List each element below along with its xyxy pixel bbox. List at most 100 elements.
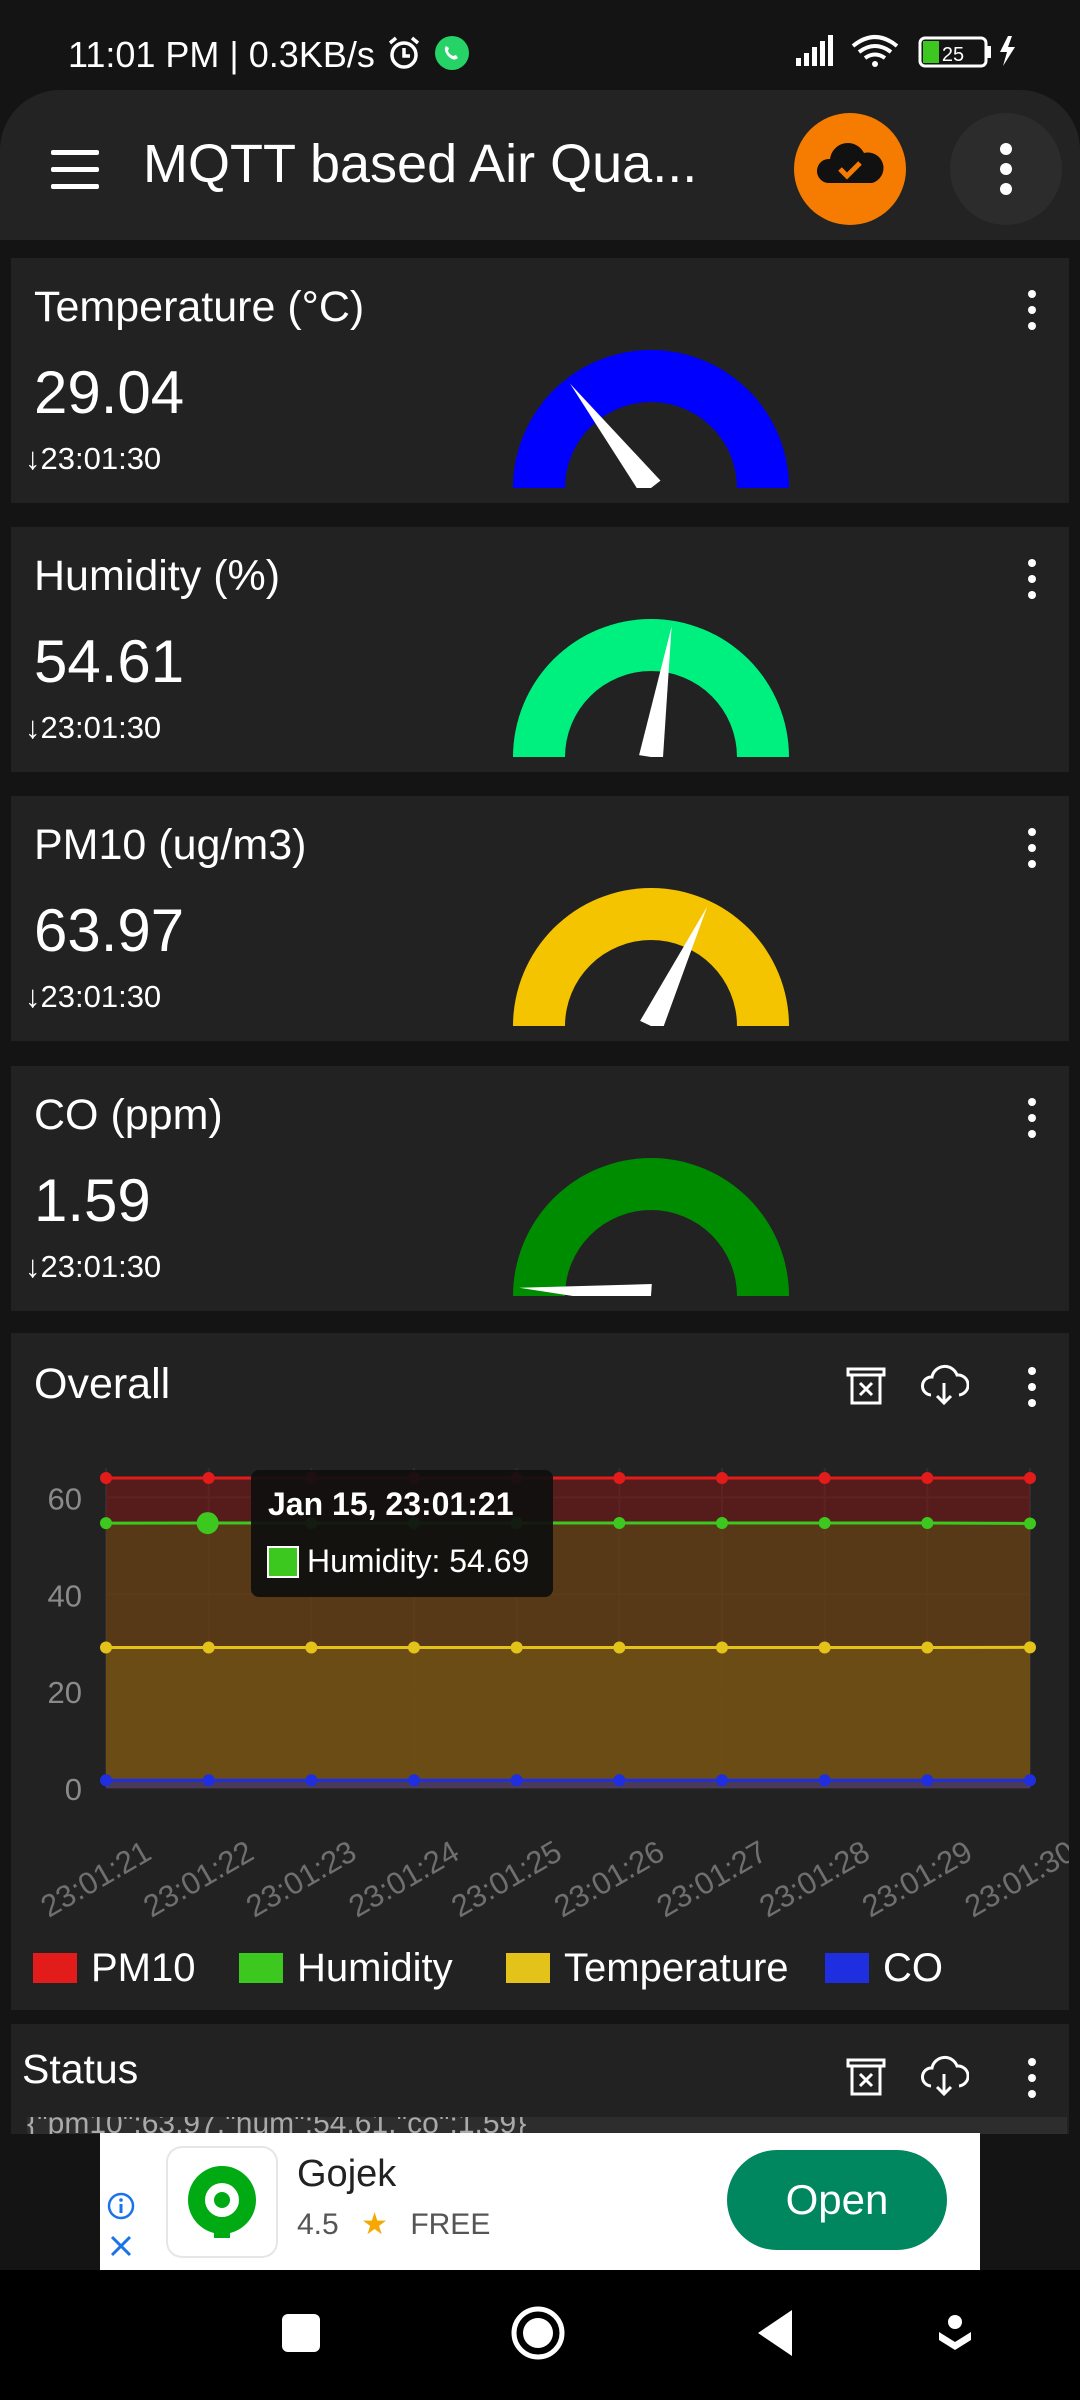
legend-label: PM10 — [91, 1945, 196, 1990]
data-point-pm10[interactable] — [921, 1472, 934, 1484]
x-tick-label: 23:01:25 — [445, 1834, 567, 1925]
data-point-pm10[interactable] — [202, 1472, 215, 1484]
data-point-pm10[interactable] — [716, 1472, 728, 1484]
cloud-connection-button[interactable] — [794, 113, 906, 225]
data-point-temperature[interactable] — [305, 1641, 318, 1654]
legend-item-pm10[interactable]: PM10 — [33, 1938, 196, 1998]
co-tile: CO (ppm) 1.59 ↓23:01:30 — [11, 1066, 1069, 1311]
humidity-gauge — [513, 619, 789, 757]
ad-rating: 4.5 ★ FREE — [297, 2208, 491, 2241]
data-point-pm10[interactable] — [613, 1472, 626, 1484]
x-tick-label: 23:01:22 — [137, 1834, 259, 1925]
cloud-done-icon — [816, 143, 884, 183]
whatsapp-icon — [434, 36, 469, 70]
legend-item-humidity[interactable]: Humidity — [239, 1938, 453, 1998]
humidity-tile: Humidity (%) 54.61 ↓23:01:30 — [11, 527, 1069, 772]
status-bar-time-speed: 11:01 PM | 0.3KB/s — [68, 34, 471, 76]
signal-icon — [796, 35, 833, 66]
temperature-tile: Temperature (°C) 29.04 ↓23:01:30 — [11, 258, 1069, 503]
overflow-menu-button[interactable] — [950, 113, 1062, 225]
overall-chart: 020406023:01:2123:01:2223:01:2323:01:242… — [35, 1468, 1069, 1925]
legend-label: CO — [883, 1945, 943, 1990]
gojek-logo — [168, 2148, 276, 2256]
data-point-temperature[interactable] — [408, 1641, 420, 1654]
tile-timestamp: ↓23:01:30 — [25, 441, 162, 476]
y-tick-label: 0 — [65, 1772, 82, 1807]
legend-item-co[interactable]: CO — [825, 1938, 943, 1998]
overall-chart-tile: Overall 0 20 40 60 23:01:21 23:01:22 23:01:23 2… — [11, 1333, 1069, 2010]
data-point-co[interactable] — [510, 1774, 523, 1787]
tile-more-button[interactable] — [1025, 557, 1039, 601]
gauge-arc — [513, 1158, 789, 1296]
ad-info-icon[interactable] — [106, 2191, 136, 2221]
legend-swatch — [825, 1953, 869, 1983]
y-tick-label: 60 — [48, 1481, 82, 1516]
alarm-icon — [388, 36, 419, 69]
data-point-humidity[interactable] — [100, 1517, 112, 1530]
data-point-co[interactable] — [921, 1774, 934, 1787]
data-point-pm10[interactable] — [1024, 1472, 1036, 1484]
recents-button-icon[interactable] — [280, 2312, 322, 2354]
data-point-temperature[interactable] — [1024, 1641, 1036, 1654]
data-point-temperature[interactable] — [202, 1641, 215, 1654]
assistant-button-icon[interactable] — [935, 2312, 975, 2358]
data-point-temperature[interactable] — [510, 1641, 523, 1654]
data-point-humidity[interactable] — [613, 1517, 626, 1530]
data-point-pm10[interactable] — [818, 1472, 831, 1484]
back-button-icon[interactable] — [754, 2308, 796, 2358]
status-icons: 25 — [790, 30, 1070, 70]
data-point-co[interactable] — [100, 1774, 112, 1787]
data-point-humidity[interactable] — [1024, 1517, 1036, 1530]
y-tick-label: 20 — [48, 1675, 82, 1710]
data-point-humidity[interactable] — [921, 1517, 934, 1530]
data-point-co[interactable] — [1024, 1774, 1036, 1787]
series-area-temperature — [106, 1647, 1030, 1788]
more-vert-icon — [1000, 143, 1012, 195]
data-point-co[interactable] — [613, 1774, 626, 1787]
y-tick-label: 40 — [48, 1578, 82, 1613]
charging-icon — [1000, 36, 1015, 66]
x-tick-label: 23:01:21 — [35, 1834, 157, 1925]
status-tile: Status {"pm10":63.97,"hum":54.61,"co":1.… — [11, 2024, 1069, 2134]
tile-more-button[interactable] — [1025, 288, 1039, 332]
co-gauge — [513, 1158, 789, 1296]
data-point-humidity[interactable] — [818, 1517, 831, 1530]
data-point-co[interactable] — [305, 1774, 318, 1787]
tile-title: CO (ppm) — [34, 1091, 223, 1139]
gauge-arc — [513, 350, 789, 488]
status-more-button[interactable] — [1025, 2056, 1039, 2100]
data-point-pm10[interactable] — [100, 1472, 112, 1484]
tooltip-value: Humidity: 54.69 — [307, 1543, 529, 1579]
data-point-temperature[interactable] — [716, 1641, 728, 1654]
cloud-download-icon[interactable] — [919, 2054, 969, 2098]
tile-value: 29.04 — [34, 359, 185, 426]
data-point-co[interactable] — [202, 1774, 215, 1787]
menu-button[interactable] — [45, 140, 105, 200]
tile-more-button[interactable] — [1025, 826, 1039, 870]
tile-title: Humidity (%) — [34, 552, 281, 600]
data-point-humidity[interactable] — [716, 1517, 728, 1530]
legend-label: Humidity — [297, 1945, 453, 1990]
data-point-co[interactable] — [716, 1774, 728, 1787]
data-point-temperature[interactable] — [818, 1641, 831, 1654]
tile-timestamp: ↓23:01:30 — [25, 710, 162, 745]
data-point-co[interactable] — [818, 1774, 831, 1787]
x-tick-label: 23:01:29 — [856, 1834, 978, 1925]
data-point-co[interactable] — [408, 1774, 420, 1787]
ad-open-button[interactable]: Open — [727, 2150, 947, 2250]
legend-swatch — [239, 1953, 283, 1983]
clear-data-icon[interactable] — [844, 2054, 888, 2098]
series-line-humidity — [105, 1521, 1031, 1525]
tile-value: 54.61 — [34, 628, 185, 695]
data-point-temperature[interactable] — [921, 1641, 934, 1654]
legend-item-temperature[interactable]: Temperature — [506, 1938, 789, 1998]
home-button-icon[interactable] — [508, 2303, 568, 2363]
tile-more-button[interactable] — [1025, 1096, 1039, 1140]
highlighted-point[interactable] — [196, 1512, 219, 1535]
data-point-temperature[interactable] — [100, 1641, 112, 1654]
data-point-temperature[interactable] — [613, 1641, 626, 1654]
ad-close-icon[interactable] — [108, 2233, 134, 2259]
star-icon: ★ — [361, 2208, 388, 2241]
ad-banner[interactable]: Gojek 4.5 ★ FREE Open — [100, 2133, 980, 2270]
tile-title: Temperature (°C) — [34, 283, 365, 331]
